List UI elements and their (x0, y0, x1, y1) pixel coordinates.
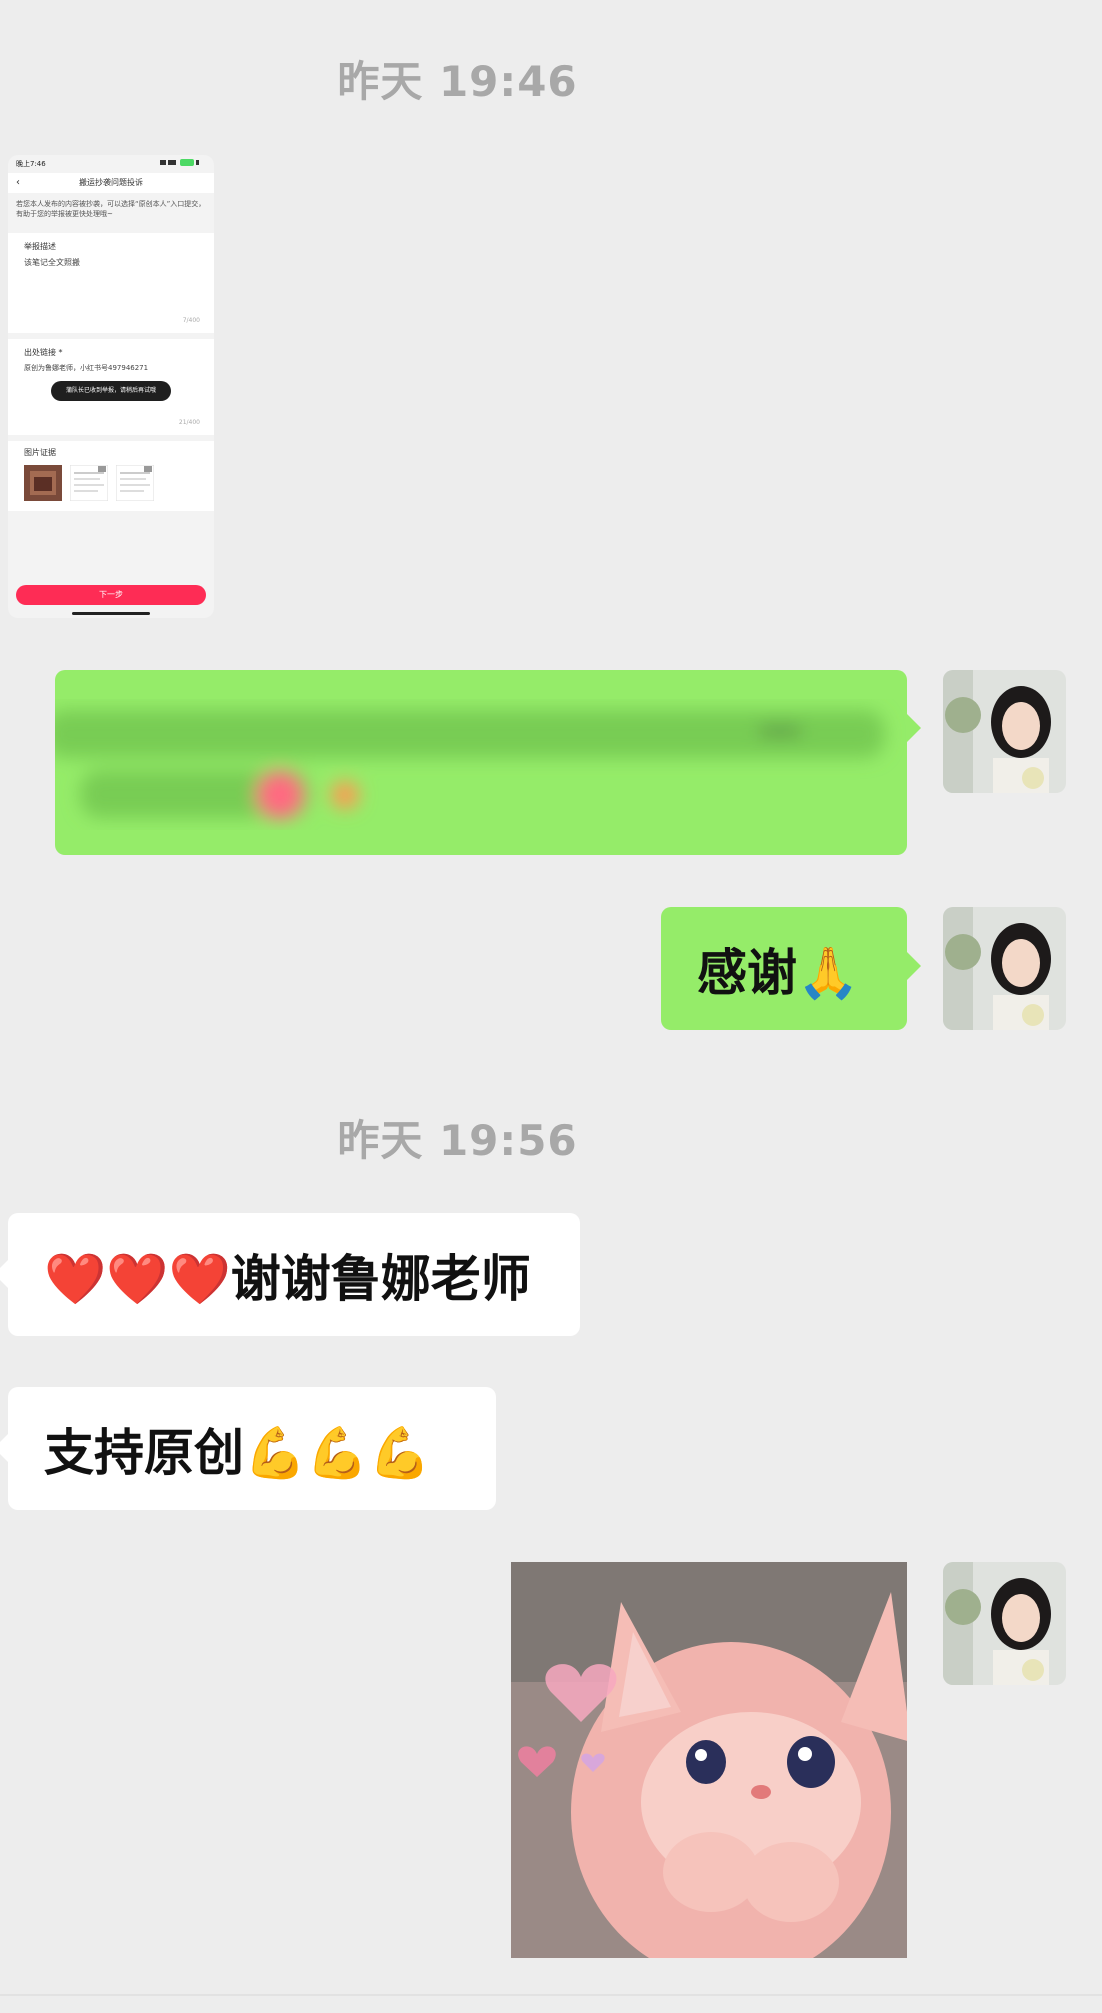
description-label: 举报描述 (24, 242, 56, 251)
sticker-image-message[interactable] (511, 1562, 907, 1958)
user-avatar[interactable] (943, 907, 1066, 1030)
screenshot-nav-bar: ‹ 搬运抄袭问题投诉 (8, 173, 214, 193)
source-link-label: 出处链接 * (24, 348, 63, 357)
user-avatar[interactable] (943, 1562, 1066, 1685)
evidence-document-thumbnail (116, 465, 154, 501)
image-evidence-label: 图片证据 (24, 448, 56, 457)
back-arrow-icon: ‹ (16, 177, 20, 188)
screenshot-title: 搬运抄袭问题投诉 (79, 178, 143, 187)
toast-message: 蒲队长已收到举报，请稍后再试哦 (51, 381, 171, 401)
report-description-card: 举报描述 该笔记全文照搬 7/400 (8, 233, 214, 333)
bubble-tail (907, 714, 921, 742)
description-value: 该笔记全文照搬 (24, 258, 80, 267)
home-indicator (72, 612, 150, 615)
sent-message-thanks[interactable]: 感谢🙏 (661, 907, 907, 1030)
source-link-count: 21/400 (178, 419, 200, 426)
received-message-support-original[interactable]: 支持原创💪💪💪 (8, 1387, 496, 1510)
evidence-document-thumbnail (70, 465, 108, 501)
source-link-value: 原创为鲁娜老师，小红书号497946271 (24, 364, 149, 372)
user-avatar[interactable] (943, 670, 1066, 793)
description-count: 7/400 (182, 317, 200, 324)
status-time: 晚上7:46 (16, 160, 46, 168)
next-button: 下一步 (16, 585, 206, 605)
bottom-divider (0, 1994, 1102, 1996)
timestamp: 昨天 19:46 (337, 57, 578, 106)
bubble-tail (907, 952, 921, 980)
sent-message-blurred[interactable] (55, 670, 907, 855)
evidence-photo-thumbnail (24, 465, 62, 501)
screenshot-image-message[interactable]: 晚上7:46 ‹ 搬运抄袭问题投诉 若您本人发布的内容被抄袭，可以选择“原创本人… (8, 155, 214, 618)
received-message-thanks-teacher[interactable]: ❤️❤️❤️谢谢鲁娜老师 (8, 1213, 580, 1336)
screenshot-notice: 若您本人发布的内容被抄袭，可以选择“原创本人”入口提交，有助于您的举报被更快处理… (16, 200, 206, 218)
status-icons (160, 159, 199, 166)
bubble-tail (0, 1260, 8, 1288)
timestamp: 昨天 19:56 (337, 1116, 578, 1165)
blurred-text-overlay (55, 710, 885, 819)
bubble-tail (0, 1434, 8, 1462)
